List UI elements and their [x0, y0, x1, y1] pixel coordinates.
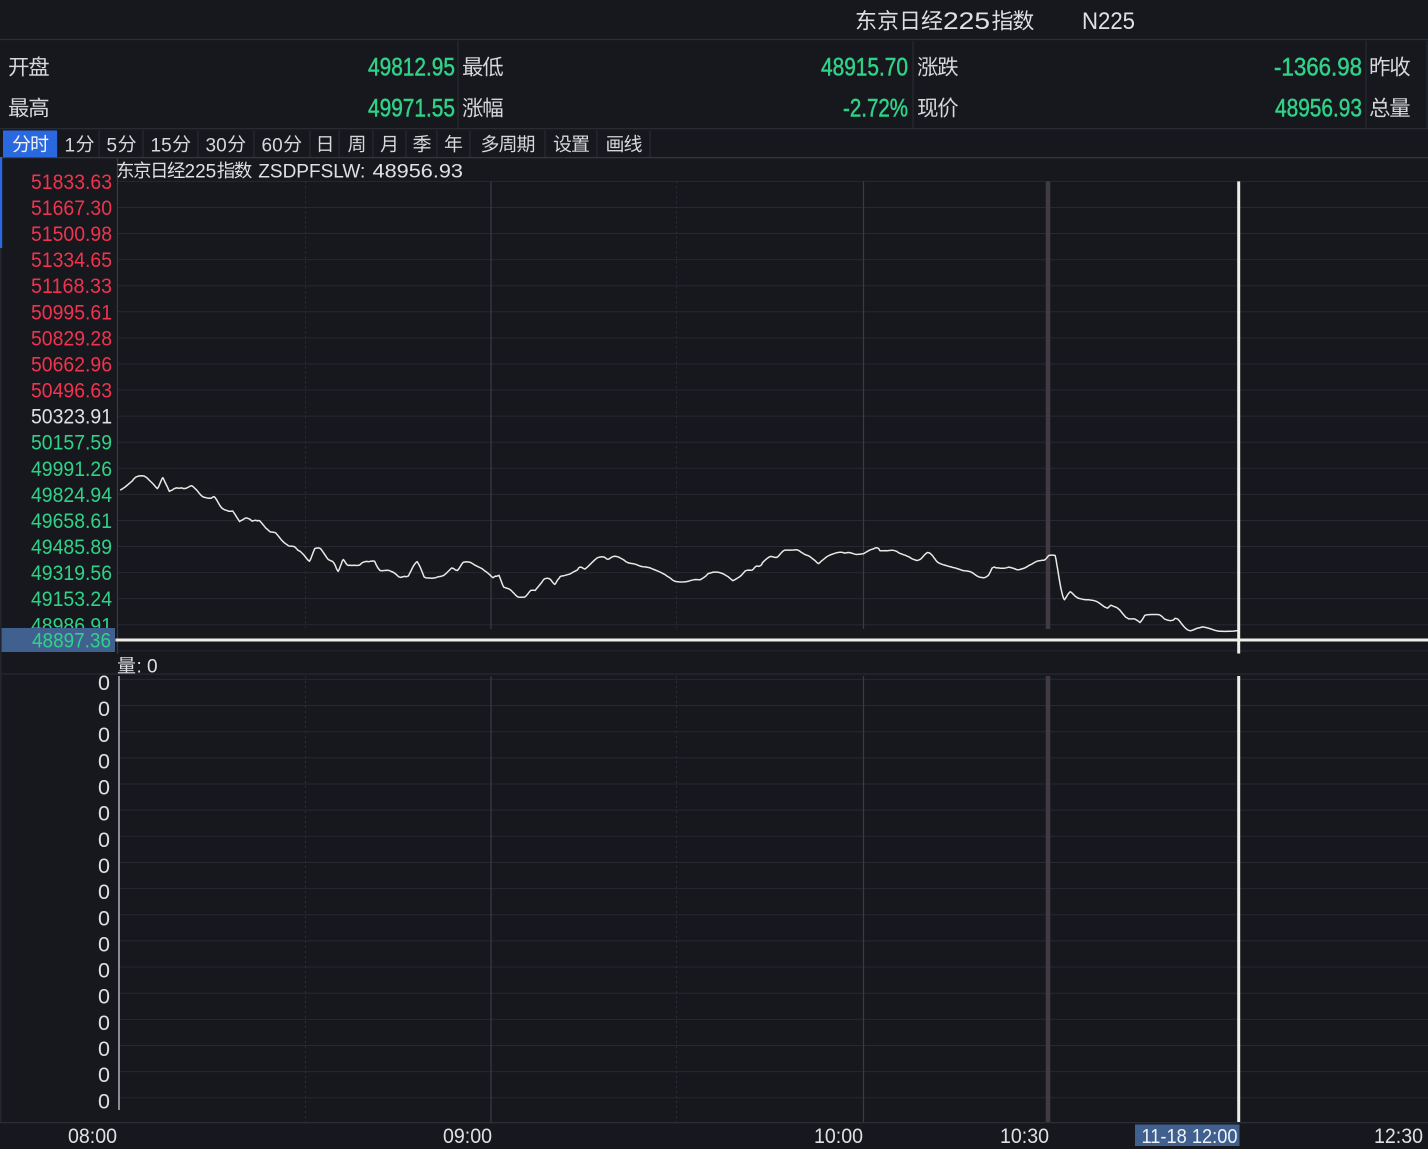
svg-text:49812.95: 49812.95 — [368, 54, 455, 82]
svg-text:30: 30 — [206, 135, 227, 156]
svg-text:0: 0 — [98, 1011, 110, 1035]
svg-text:10:00: 10:00 — [814, 1124, 863, 1148]
svg-text:09:00: 09:00 — [443, 1124, 492, 1148]
svg-text:0: 0 — [98, 802, 110, 826]
svg-text:50323.91: 50323.91 — [31, 405, 112, 429]
svg-text:49824.94: 49824.94 — [31, 483, 112, 507]
svg-text:50662.96: 50662.96 — [31, 352, 112, 376]
svg-text:48956.93: 48956.93 — [373, 161, 464, 182]
svg-text:0: 0 — [98, 1037, 110, 1061]
svg-text:0: 0 — [98, 828, 110, 852]
svg-text:48897.36: 48897.36 — [32, 629, 111, 653]
svg-text:49658.61: 49658.61 — [31, 509, 112, 533]
svg-text:: 0: : 0 — [137, 657, 158, 678]
svg-text:51667.30: 51667.30 — [31, 196, 112, 220]
svg-text:50496.63: 50496.63 — [31, 379, 112, 403]
svg-text:5: 5 — [107, 135, 118, 156]
svg-text:ZSDPFSLW:: ZSDPFSLW: — [258, 161, 365, 182]
svg-text:50829.28: 50829.28 — [31, 326, 112, 350]
svg-text:51334.65: 51334.65 — [31, 248, 112, 272]
svg-text:225: 225 — [943, 8, 990, 35]
svg-text:12:30: 12:30 — [1374, 1124, 1423, 1148]
svg-text:0: 0 — [98, 1063, 110, 1087]
svg-text:0: 0 — [98, 776, 110, 800]
svg-text:15: 15 — [151, 135, 172, 156]
svg-text:N225: N225 — [1082, 8, 1135, 35]
svg-text:49991.26: 49991.26 — [31, 457, 112, 481]
svg-text:-2.72%: -2.72% — [843, 95, 908, 123]
svg-text:51500.98: 51500.98 — [31, 222, 112, 246]
svg-text:51168.33: 51168.33 — [31, 274, 112, 298]
svg-text:0: 0 — [98, 671, 110, 695]
svg-text:48956.93: 48956.93 — [1275, 95, 1362, 123]
svg-text:10:30: 10:30 — [1000, 1124, 1049, 1148]
svg-text:0: 0 — [98, 723, 110, 747]
svg-text:11-18 12:00: 11-18 12:00 — [1142, 1126, 1238, 1148]
svg-text:49971.55: 49971.55 — [368, 95, 455, 123]
svg-text:50157.59: 50157.59 — [31, 431, 112, 455]
svg-text:60: 60 — [262, 135, 283, 156]
svg-text:0: 0 — [98, 906, 110, 930]
svg-text:0: 0 — [98, 697, 110, 721]
svg-text:49319.56: 49319.56 — [31, 561, 112, 585]
svg-text:49153.24: 49153.24 — [31, 587, 112, 611]
svg-text:0: 0 — [98, 749, 110, 773]
svg-text:-1366.98: -1366.98 — [1274, 54, 1362, 82]
svg-text:1: 1 — [65, 135, 76, 156]
svg-text:49485.89: 49485.89 — [31, 535, 112, 559]
svg-text:48915.70: 48915.70 — [821, 54, 908, 82]
svg-text:08:00: 08:00 — [68, 1124, 117, 1148]
svg-text:0: 0 — [98, 959, 110, 983]
svg-text:0: 0 — [98, 1089, 110, 1113]
svg-text:0: 0 — [98, 854, 110, 878]
svg-text:0: 0 — [98, 932, 110, 956]
svg-text:0: 0 — [98, 985, 110, 1009]
svg-text:0: 0 — [98, 880, 110, 904]
svg-text:50995.61: 50995.61 — [31, 300, 112, 324]
svg-text:225: 225 — [185, 161, 217, 182]
svg-text:51833.63: 51833.63 — [31, 170, 112, 194]
